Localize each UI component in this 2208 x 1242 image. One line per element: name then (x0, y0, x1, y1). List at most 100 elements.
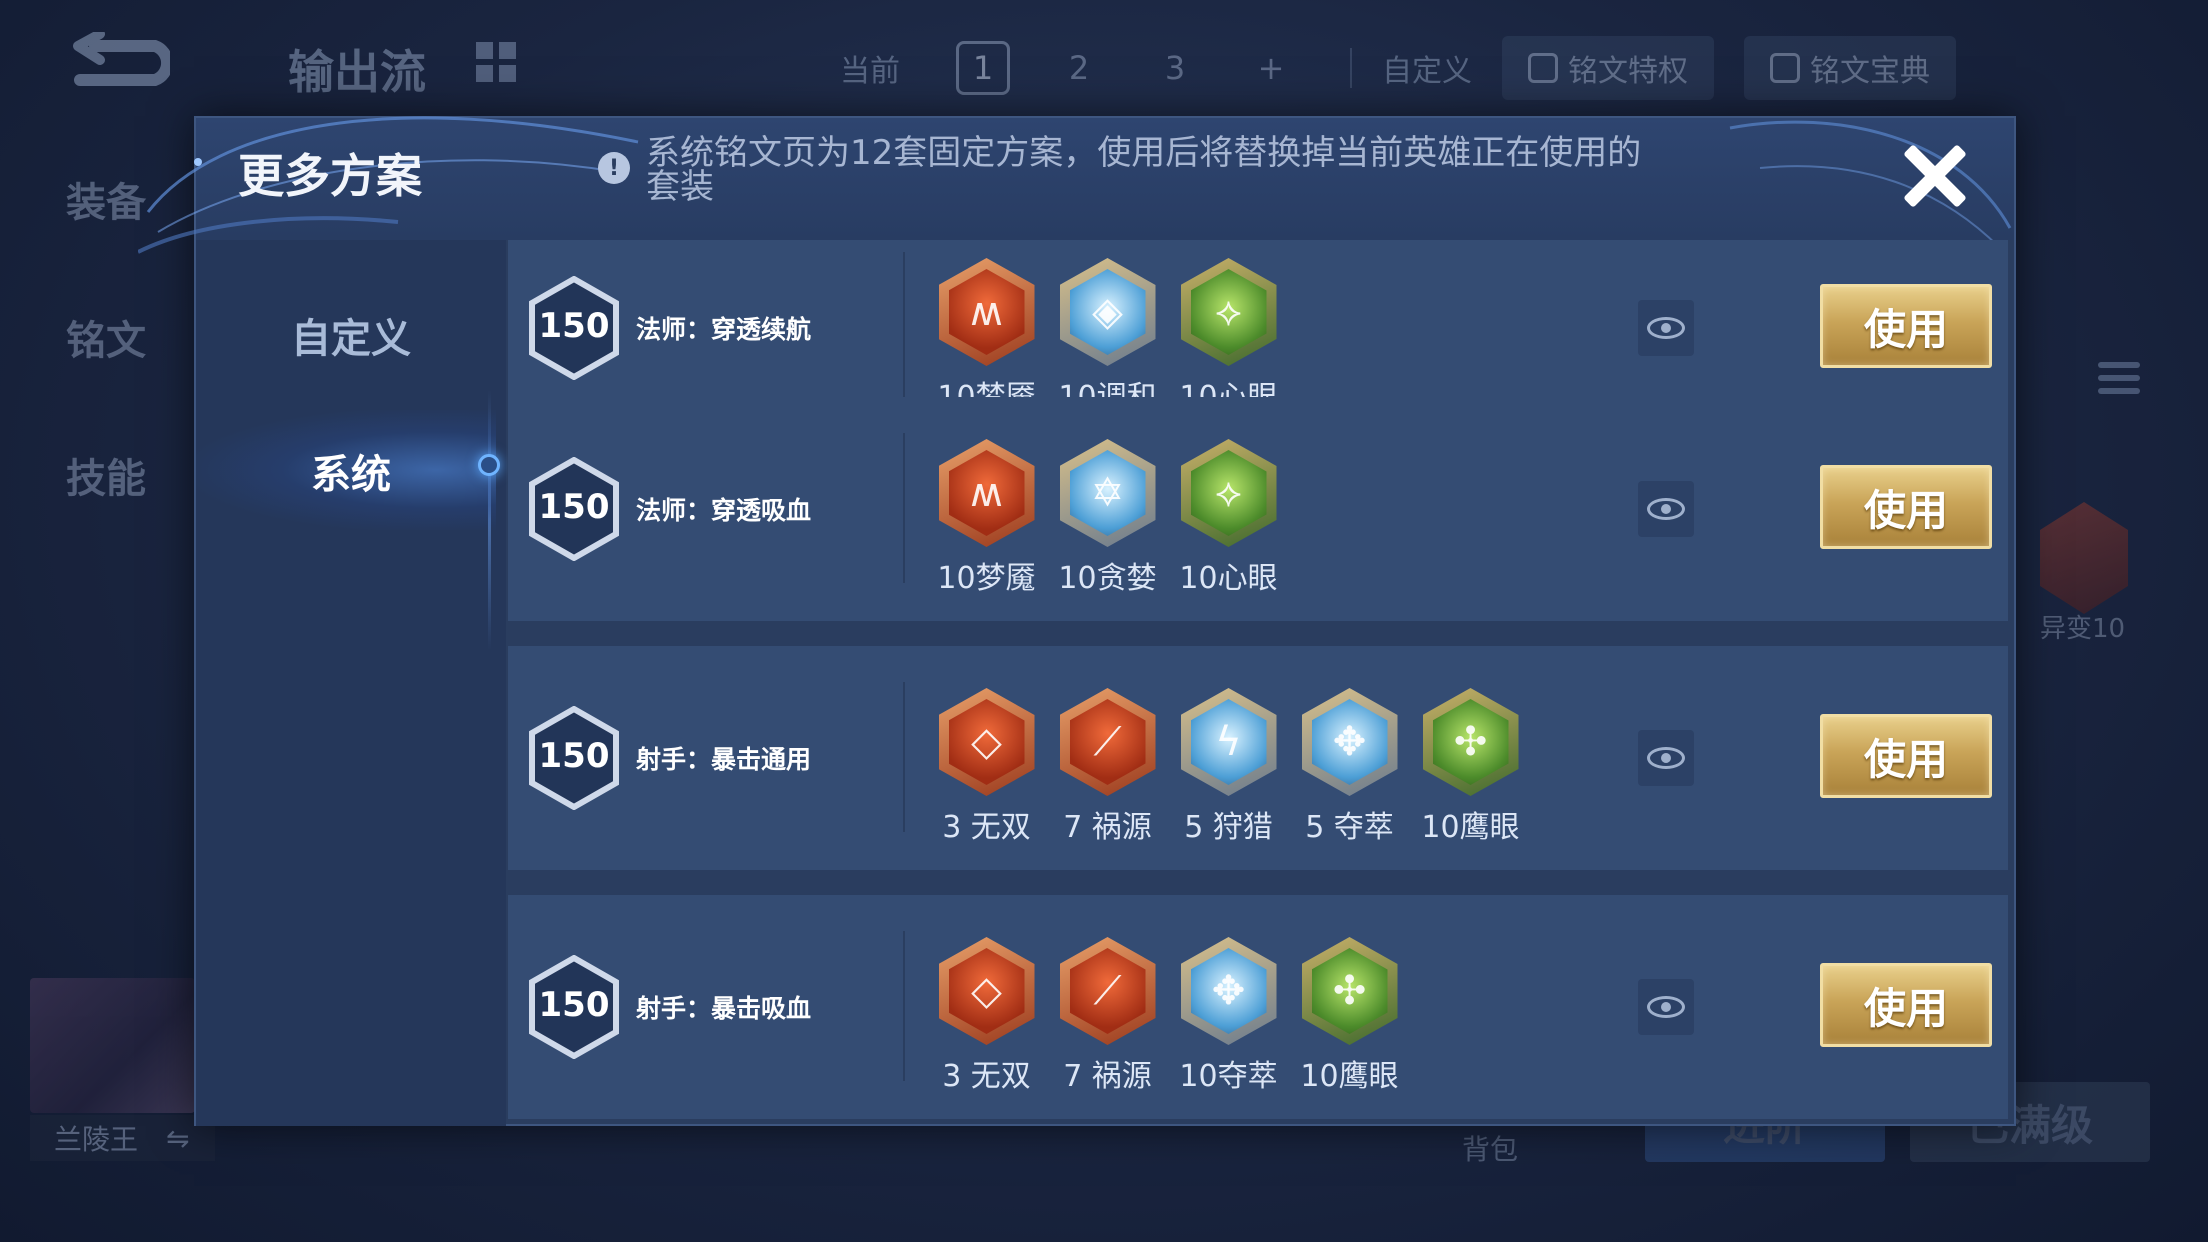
page-tab-2[interactable]: 2 (1052, 41, 1106, 95)
rune-glyph: ⟡ (1190, 450, 1267, 536)
use-button[interactable]: 使用 (1820, 284, 1992, 368)
rune-label: 10夺萃 (1179, 1059, 1278, 1094)
rune-glyph: ⟋ (1069, 699, 1146, 785)
preview-button[interactable] (1638, 730, 1694, 786)
rune-glyph: ✥ (1311, 699, 1388, 785)
yibian-rune-icon[interactable] (2040, 502, 2128, 614)
divider (1350, 48, 1352, 88)
rune-privilege-button[interactable]: 铭文特权 (1502, 36, 1714, 100)
page-tab-3[interactable]: 3 (1148, 41, 1202, 95)
level-value: 150 (538, 736, 610, 776)
rune-blue-icon: ✡ (1059, 439, 1156, 547)
rune-item: ⟋ 7 祸源 (1047, 688, 1168, 846)
rune-item: ʍ 10梦魇 (926, 439, 1047, 597)
rune-item: ✣ 10鹰眼 (1289, 937, 1410, 1095)
page-switcher: 当前 1 2 3 + 自定义 铭文特权 铭文宝典 (840, 36, 1956, 100)
tab-runes[interactable]: 铭文 (66, 308, 146, 366)
rune-item: ϟ 5 狩猎 (1168, 688, 1289, 846)
rune-item: ◇ 3 无双 (926, 688, 1047, 846)
rune-glyph: ⟋ (1069, 948, 1146, 1034)
level-badge-icon: 150 (528, 275, 620, 381)
scheme-category-nav: 自定义 系统 (196, 240, 506, 1126)
eye-icon (1647, 498, 1685, 520)
preview-button[interactable] (1638, 300, 1694, 356)
decor-swirl-right-icon (1729, 120, 2012, 249)
use-button[interactable]: 使用 (1820, 963, 1992, 1047)
rune-glyph: ⟡ (1190, 269, 1267, 355)
custom-button[interactable]: 自定义 (1382, 46, 1472, 90)
menu-icon[interactable] (2098, 362, 2140, 412)
rune-set: ʍ10梦魇◈10调和⟡10心眼 (926, 258, 1289, 416)
rune-codex-label: 铭文宝典 (1810, 54, 1930, 89)
rune-label: 10贪婪 (1058, 561, 1157, 596)
hero-switch[interactable]: 兰陵王 ⇋ (30, 1115, 215, 1161)
row-divider (903, 433, 905, 583)
hero-avatar[interactable] (30, 978, 195, 1113)
rune-label: 10梦魇 (937, 561, 1036, 596)
rune-item: ✥ 5 夺萃 (1289, 688, 1410, 846)
rune-blue-icon: ✥ (1180, 937, 1277, 1045)
preview-button[interactable] (1638, 979, 1694, 1035)
rune-glyph: ◇ (948, 948, 1025, 1034)
level-value: 150 (538, 985, 610, 1025)
preview-button[interactable] (1638, 481, 1694, 537)
rune-green-icon: ⟡ (1180, 258, 1277, 366)
row-divider (903, 931, 905, 1081)
rune-item: ✥ 10夺萃 (1168, 937, 1289, 1095)
rune-red-icon: ⟋ (1059, 937, 1156, 1045)
info-icon: ! (598, 152, 630, 184)
rune-codex-button[interactable]: 铭文宝典 (1744, 36, 1956, 100)
scheme-row: 150 射手：暴击吸血 ◇ 3 无双 ⟋ 7 祸源 ✥ 10夺萃 ✣ 10鹰眼 使用 (508, 895, 2008, 1119)
tab-skills[interactable]: 技能 (66, 446, 146, 504)
grid-icon[interactable] (476, 42, 516, 82)
rune-item: ʍ10梦魇 (926, 258, 1047, 416)
rune-red-icon: ⟋ (1059, 688, 1156, 796)
scheme-name: 射手：暴击吸血 (636, 994, 812, 1023)
scheme-list[interactable]: 150法师：穿透续航ʍ10梦魇◈10调和⟡10心眼使用150法师：穿透吸血ʍ10… (508, 240, 2014, 1126)
nav-item-custom[interactable]: 自定义 (196, 306, 506, 364)
rune-label: 3 无双 (942, 810, 1031, 845)
add-page-button[interactable]: + (1244, 41, 1298, 95)
crown-icon (1528, 53, 1558, 83)
bag-label[interactable]: 背包 (1462, 1128, 1518, 1168)
rune-label: 10心眼 (1179, 561, 1278, 596)
swap-icon: ⇋ (166, 1121, 190, 1155)
close-icon[interactable] (1894, 136, 1974, 216)
rune-item: ◇ 3 无双 (926, 937, 1047, 1095)
rune-privilege-label: 铭文特权 (1568, 54, 1688, 89)
active-indicator-icon (478, 454, 500, 476)
rune-item: ⟋ 7 祸源 (1047, 937, 1168, 1095)
rune-green-icon: ✣ (1301, 937, 1398, 1045)
rune-set: ◇ 3 无双 ⟋ 7 祸源 ϟ 5 狩猎 ✥ 5 夺萃 ✣ 10鹰眼 (926, 688, 1531, 846)
rune-label: 10鹰眼 (1421, 810, 1520, 845)
use-button[interactable]: 使用 (1820, 465, 1992, 549)
level-badge-icon: 150 (528, 456, 620, 562)
scheme-name: 射手：暴击通用 (636, 745, 812, 774)
scheme-name: 法师：穿透续航 (636, 315, 812, 344)
rune-set: ◇ 3 无双 ⟋ 7 祸源 ✥ 10夺萃 ✣ 10鹰眼 (926, 937, 1410, 1095)
rune-red-icon: ◇ (938, 688, 1035, 796)
nav-item-system[interactable]: 系统 (196, 442, 506, 500)
more-schemes-dialog: 更多方案 ! 系统铭文页为12套固定方案，使用后将替换掉当前英雄正在使用的套装 … (138, 116, 2016, 1126)
rune-label: 3 无双 (942, 1059, 1031, 1094)
dialog-header: 更多方案 ! 系统铭文页为12套固定方案，使用后将替换掉当前英雄正在使用的套装 (138, 116, 2014, 254)
rune-red-icon: ʍ (938, 439, 1035, 547)
eye-icon (1647, 996, 1685, 1018)
book-icon (1770, 53, 1800, 83)
back-arrow-icon[interactable] (60, 32, 170, 102)
rune-glyph: ʍ (948, 450, 1025, 536)
rune-glyph: ʍ (948, 269, 1025, 355)
use-button[interactable]: 使用 (1820, 714, 1992, 798)
row-divider (903, 252, 905, 402)
rune-glyph: ✣ (1311, 948, 1388, 1034)
current-label: 当前 (840, 54, 900, 89)
eye-icon (1647, 747, 1685, 769)
rune-item: ✡ 10贪婪 (1047, 439, 1168, 597)
row-divider (903, 682, 905, 832)
rune-label: 10鹰眼 (1300, 1059, 1399, 1094)
eye-icon (1647, 317, 1685, 339)
page-tab-1[interactable]: 1 (956, 41, 1010, 95)
rune-green-icon: ⟡ (1180, 439, 1277, 547)
tab-equipment[interactable]: 装备 (66, 170, 146, 228)
rune-glyph: ϟ (1190, 699, 1267, 785)
